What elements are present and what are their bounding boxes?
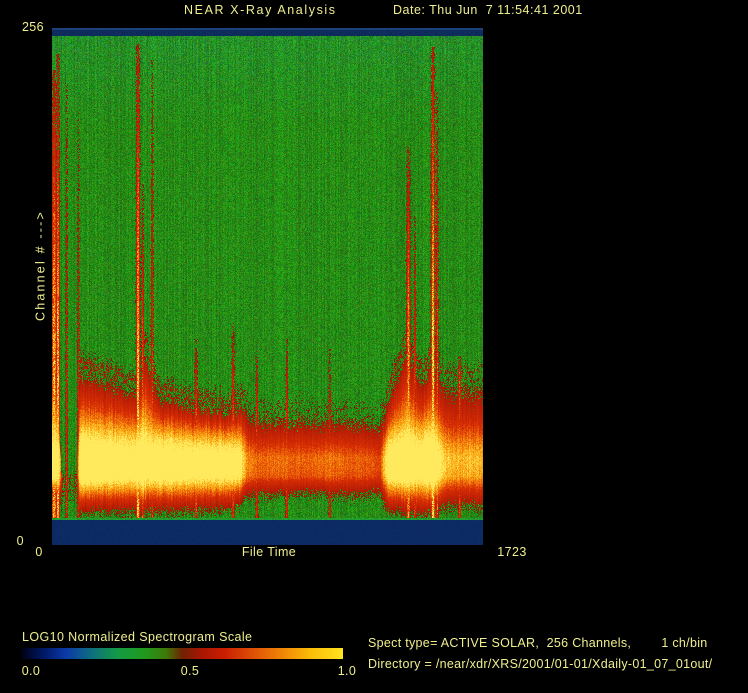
colorbar-tick-max: 1.0 (337, 664, 357, 678)
directory-info: Directory = /near/xdr/XRS/2001/01-01/Xda… (368, 657, 713, 671)
colorbar-tick-min: 0.0 (21, 664, 41, 678)
page-title: NEAR X-Ray Analysis (184, 3, 337, 17)
x-axis-title: File Time (241, 545, 297, 559)
y-axis-title: Channel # ---> (33, 209, 48, 322)
y-axis-max-label: 256 (21, 20, 44, 34)
x-axis-min-label: 0 (35, 545, 43, 559)
y-axis-min-label: 0 (16, 534, 24, 548)
colorbar-title: LOG10 Normalized Spectrogram Scale (22, 630, 253, 644)
date-label: Date: Thu Jun 7 11:54:41 2001 (393, 3, 583, 17)
near-xray-analysis-window: NEAR X-Ray Analysis Date: Thu Jun 7 11:5… (0, 0, 748, 693)
colorbar-gradient (21, 648, 343, 659)
spectrogram-canvas (52, 28, 483, 545)
colorbar-tick-mid: 0.5 (180, 664, 200, 678)
spect-type-info: Spect type= ACTIVE SOLAR, 256 Channels, … (368, 636, 708, 650)
x-axis-max-label: 1723 (497, 545, 527, 559)
